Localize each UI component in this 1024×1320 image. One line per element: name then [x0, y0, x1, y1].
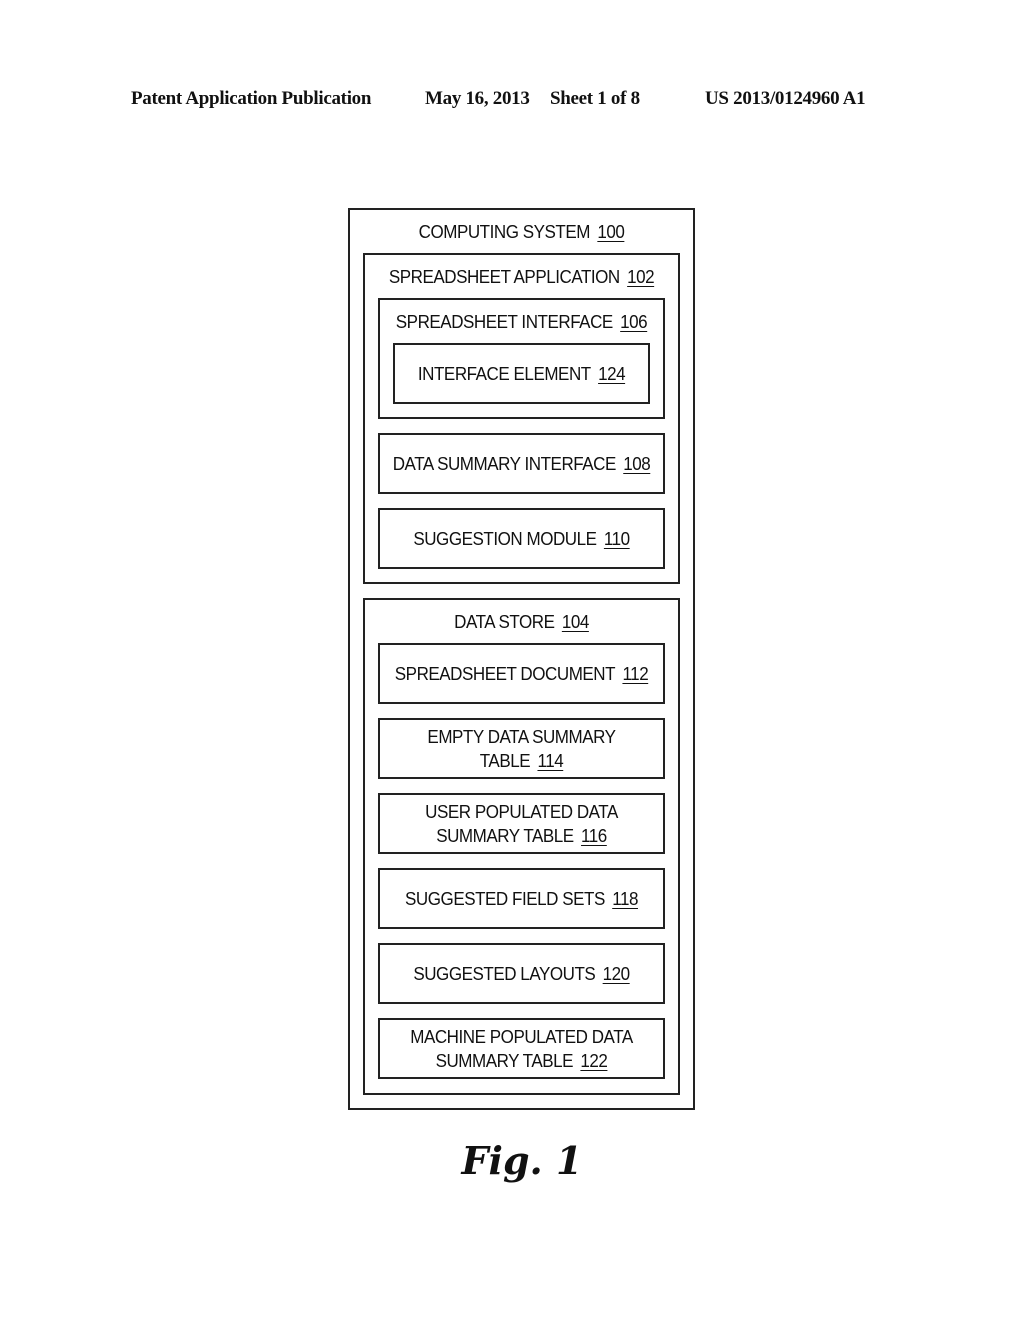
empty-data-summary-table-label: EMPTY DATA SUMMARY TABLE 114 — [427, 725, 616, 771]
empty-data-summary-table-box: EMPTY DATA SUMMARY TABLE 114 — [378, 718, 665, 779]
ref-number: 102 — [627, 266, 655, 287]
suggested-layouts-box: SUGGESTED LAYOUTS 120 — [378, 943, 665, 1004]
sheet-number: Sheet 1 of 8 — [550, 88, 640, 109]
ref-number: 106 — [620, 311, 648, 332]
spreadsheet-application-label: SPREADSHEET APPLICATION 102 — [388, 266, 655, 287]
interface-element-label: INTERFACE ELEMENT 124 — [417, 362, 626, 384]
machine-populated-table-box: MACHINE POPULATED DATA SUMMARY TABLE 122 — [378, 1018, 665, 1079]
ref-number: 116 — [581, 824, 607, 846]
ref-number: 114 — [537, 749, 564, 771]
data-summary-interface-box: DATA SUMMARY INTERFACE 108 — [378, 433, 665, 494]
suggested-field-sets-label: SUGGESTED FIELD SETS 118 — [405, 887, 638, 909]
ref-number: 124 — [598, 362, 626, 384]
patent-number: US 2013/0124960 A1 — [705, 88, 866, 109]
data-store-label: DATA STORE 104 — [454, 611, 589, 632]
interface-element-box: INTERFACE ELEMENT 124 — [393, 343, 650, 404]
spreadsheet-document-label: SPREADSHEET DOCUMENT 112 — [394, 662, 649, 684]
publication-title: Patent Application Publication — [131, 88, 372, 109]
ref-number: 108 — [623, 452, 651, 474]
ref-number: 110 — [603, 527, 630, 549]
ref-number: 100 — [597, 221, 625, 242]
computing-system-label: COMPUTING SYSTEM 100 — [418, 221, 625, 242]
patent-header: Patent Application Publication May 16, 2… — [0, 88, 1024, 112]
user-populated-table-box: USER POPULATED DATA SUMMARY TABLE 116 — [378, 793, 665, 854]
publication-date: May 16, 2013 — [425, 88, 530, 109]
ref-number: 112 — [622, 662, 649, 684]
ref-number: 122 — [580, 1049, 608, 1071]
ref-number: 104 — [561, 611, 589, 632]
data-summary-interface-label: DATA SUMMARY INTERFACE 108 — [392, 452, 651, 474]
user-populated-table-label: USER POPULATED DATA SUMMARY TABLE 116 — [425, 800, 618, 846]
suggestion-module-label: SUGGESTION MODULE 110 — [413, 527, 630, 549]
figure-label: Fig. 1 — [461, 1138, 583, 1183]
spreadsheet-document-box: SPREADSHEET DOCUMENT 112 — [378, 643, 665, 704]
machine-populated-table-label: MACHINE POPULATED DATA SUMMARY TABLE 122 — [410, 1025, 633, 1071]
suggested-layouts-label: SUGGESTED LAYOUTS 120 — [413, 962, 630, 984]
suggestion-module-box: SUGGESTION MODULE 110 — [378, 508, 665, 569]
ref-number: 118 — [612, 887, 638, 909]
ref-number: 120 — [602, 962, 630, 984]
spreadsheet-interface-label: SPREADSHEET INTERFACE 106 — [395, 311, 648, 332]
suggested-field-sets-box: SUGGESTED FIELD SETS 118 — [378, 868, 665, 929]
